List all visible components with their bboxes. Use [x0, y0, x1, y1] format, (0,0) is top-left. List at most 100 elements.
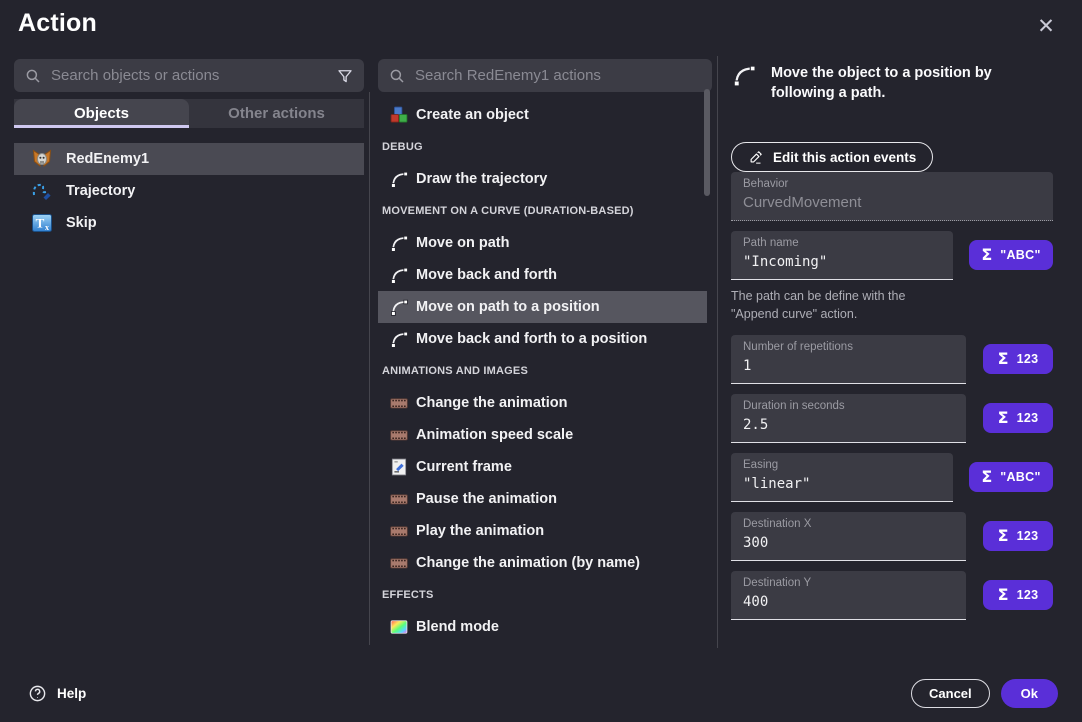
action-label: DEBUG: [382, 141, 423, 153]
cubes-icon: [389, 105, 409, 125]
film-icon: [389, 393, 409, 413]
objects-tabs: Objects Other actions: [14, 99, 364, 128]
parameter-label: Easing: [743, 459, 941, 471]
expression-button[interactable]: Σ 123: [983, 580, 1053, 610]
parameter-row: Number of repetitions 1 Σ 123: [731, 335, 1053, 384]
action-list-item[interactable]: ANIMATIONS AND IMAGES: [378, 355, 707, 387]
svg-text:x: x: [45, 223, 49, 232]
help-button[interactable]: Help: [28, 684, 86, 703]
tab[interactable]: Objects: [14, 99, 189, 128]
parameter-label: Destination Y: [743, 577, 954, 589]
expression-button[interactable]: Σ "ABC": [969, 462, 1053, 492]
object-name: Trajectory: [66, 183, 135, 199]
objects-search-input[interactable]: [51, 67, 327, 84]
action-list-item[interactable]: Animation speed scale: [378, 419, 707, 451]
parameter-value: 300: [743, 533, 954, 553]
edit-action-events-button[interactable]: Edit this action events: [731, 142, 933, 172]
action-label: MOVEMENT ON A CURVE (DURATION-BASED): [382, 205, 634, 217]
parameter-field[interactable]: Destination Y 400: [731, 571, 966, 620]
parameter-row: Duration in seconds 2.5 Σ 123: [731, 394, 1053, 443]
filter-icon[interactable]: [336, 67, 354, 85]
actions-scrollbar-thumb[interactable]: [704, 89, 710, 196]
action-label: Draw the trajectory: [416, 171, 547, 187]
action-list-item[interactable]: Move on path: [378, 227, 707, 259]
object-list-item[interactable]: Trajectory: [14, 175, 364, 207]
field-helper-line: The path can be define with the: [731, 287, 953, 305]
object-list: RedEnemy1 Trajectory Tx Skip: [14, 143, 364, 239]
action-list-item[interactable]: Move on path to a position: [378, 291, 707, 323]
parameter-helper: The path can be define with the"Append c…: [731, 287, 953, 323]
expression-button-label: 123: [1017, 588, 1039, 602]
trajectory-icon: [30, 179, 54, 203]
tab-label: Objects: [74, 105, 129, 122]
parameter-field[interactable]: Destination X 300: [731, 512, 966, 561]
expression-button[interactable]: Σ 123: [983, 521, 1053, 551]
blend-icon: [389, 617, 409, 637]
film-icon: [389, 489, 409, 509]
text-object-icon: Tx: [30, 211, 54, 235]
expression-button[interactable]: Σ 123: [983, 344, 1053, 374]
sigma-icon: Σ: [998, 528, 1009, 544]
actions-panel: Create an object DEBUG Draw the trajecto…: [378, 59, 712, 643]
action-list-item[interactable]: Draw the trajectory: [378, 163, 707, 195]
parameter-row: Behavior CurvedMovement: [731, 172, 1053, 221]
cancel-button[interactable]: Cancel: [911, 679, 990, 708]
action-label: Current frame: [416, 459, 512, 475]
help-label: Help: [57, 686, 86, 701]
parameter-field[interactable]: Duration in seconds 2.5: [731, 394, 966, 443]
tab[interactable]: Other actions: [189, 99, 364, 128]
parameter-field[interactable]: Easing "linear": [731, 453, 953, 502]
parameter-row: Easing "linear" Σ "ABC": [731, 453, 1053, 502]
action-list-item[interactable]: DEBUG: [378, 131, 707, 163]
close-icon[interactable]: ✕: [1033, 13, 1059, 39]
action-list-item[interactable]: MOVEMENT ON A CURVE (DURATION-BASED): [378, 195, 707, 227]
parameter-row: Path name "Incoming" The path can be def…: [731, 231, 1053, 325]
expression-button[interactable]: Σ 123: [983, 403, 1053, 433]
sigma-icon: Σ: [998, 351, 1009, 367]
dialog-title: Action: [18, 9, 97, 38]
action-label: Play the animation: [416, 523, 544, 539]
action-label: Move back and forth: [416, 267, 557, 283]
action-list-item[interactable]: EFFECTS: [378, 579, 707, 611]
ok-button[interactable]: Ok: [1001, 679, 1058, 708]
parameter-label: Path name: [743, 237, 941, 249]
actions-search-input[interactable]: [415, 67, 702, 84]
object-list-item[interactable]: RedEnemy1: [14, 143, 364, 175]
object-list-item[interactable]: Tx Skip: [14, 207, 364, 239]
action-list-item[interactable]: Pause the animation: [378, 483, 707, 515]
action-list-item[interactable]: Change the animation (by name): [378, 547, 707, 579]
action-list-item[interactable]: Current frame: [378, 451, 707, 483]
parameter-value: 2.5: [743, 415, 954, 435]
sigma-icon: Σ: [998, 587, 1009, 603]
action-label: Move on path: [416, 235, 509, 251]
expression-button-label: "ABC": [1000, 248, 1040, 262]
tab-label: Other actions: [228, 105, 325, 122]
expression-button[interactable]: Σ "ABC": [969, 240, 1053, 270]
objects-search: [14, 59, 364, 92]
pencil-icon: [748, 150, 763, 165]
action-list-item[interactable]: Change the animation: [378, 387, 707, 419]
action-list-item[interactable]: Move back and forth to a position: [378, 323, 707, 355]
parameter-value: CurvedMovement: [743, 193, 1041, 213]
parameter-fields: Edit this action events Behavior CurvedM…: [731, 130, 1053, 620]
expression-button-label: 123: [1017, 411, 1039, 425]
action-list-item[interactable]: Blend mode: [378, 611, 707, 643]
action-list-item[interactable]: Move back and forth: [378, 259, 707, 291]
parameter-value: 400: [743, 592, 954, 612]
parameter-value: "linear": [743, 474, 941, 494]
action-list-item[interactable]: Create an object: [378, 99, 707, 131]
sigma-icon: Σ: [981, 469, 992, 485]
parameter-value: "Incoming": [743, 252, 941, 272]
parameter-label: Destination X: [743, 518, 954, 530]
action-list-item[interactable]: Play the animation: [378, 515, 707, 547]
help-icon: [28, 684, 47, 703]
curve-icon: [389, 233, 409, 253]
parameter-field[interactable]: Path name "Incoming": [731, 231, 953, 280]
dialog-footer: Help Cancel Ok: [0, 664, 1082, 722]
parameter-row: Destination Y 400 Σ 123: [731, 571, 1053, 620]
object-name: RedEnemy1: [66, 151, 149, 167]
curve-icon: [389, 169, 409, 189]
parameter-field[interactable]: Number of repetitions 1: [731, 335, 966, 384]
parameter-field: Behavior CurvedMovement: [731, 172, 1053, 221]
parameter-label: Duration in seconds: [743, 400, 954, 412]
